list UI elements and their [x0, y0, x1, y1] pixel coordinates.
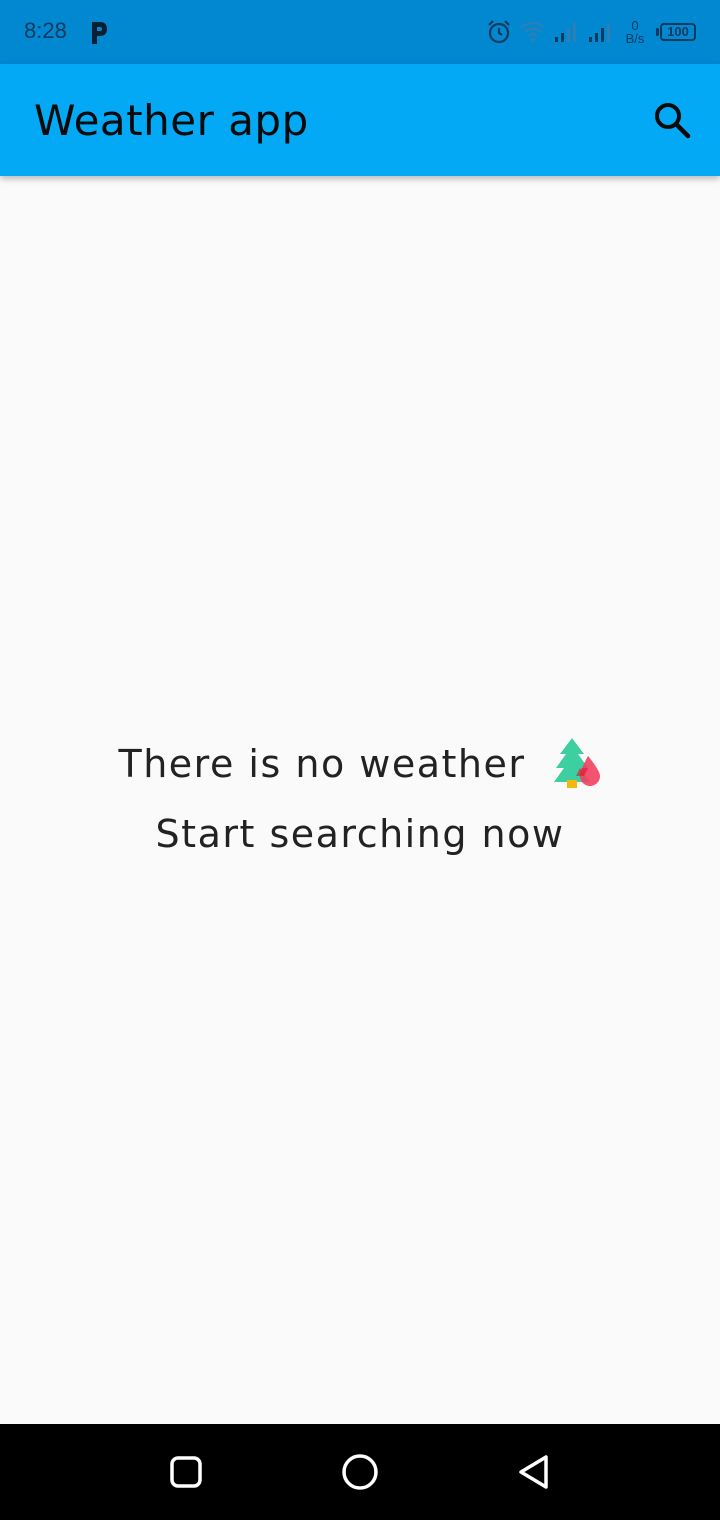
back-triangle-icon	[519, 1455, 548, 1489]
home-circle-icon	[342, 1454, 378, 1490]
signal-icon	[555, 23, 576, 42]
search-icon	[655, 103, 691, 139]
start-searching-text: Start searching now	[155, 812, 565, 856]
battery-nub	[656, 28, 659, 36]
navigation-bar	[0, 1424, 720, 1520]
app-title: Weather app	[34, 96, 309, 145]
recents-button[interactable]	[166, 1452, 206, 1492]
empty-message-line1: There is no weather	[0, 738, 720, 790]
status-icons: 0 B/s 100	[486, 16, 696, 48]
battery-icon: 100	[656, 23, 696, 41]
status-bar: 8:28 0 B/s 100	[0, 0, 720, 64]
battery-level: 100	[660, 23, 696, 41]
back-button[interactable]	[514, 1452, 554, 1492]
status-time: 8:28	[24, 18, 67, 43]
search-button[interactable]	[648, 96, 696, 144]
tree-drop-icon	[553, 738, 600, 788]
net-speed-unit: B/s	[625, 31, 645, 46]
recents-square-icon	[170, 1456, 202, 1488]
p-app-icon	[88, 18, 110, 46]
app-bar: Weather app	[0, 64, 720, 176]
signal-icon	[589, 23, 610, 42]
main-content: There is no weather Start searching now	[0, 176, 720, 1424]
wifi-icon	[520, 21, 546, 42]
empty-message-line2: Start searching now	[0, 812, 720, 856]
alarm-icon	[488, 20, 510, 44]
net-speed: 0 B/s	[622, 19, 648, 45]
home-button[interactable]	[340, 1452, 380, 1492]
no-weather-text: There is no weather	[118, 742, 526, 786]
